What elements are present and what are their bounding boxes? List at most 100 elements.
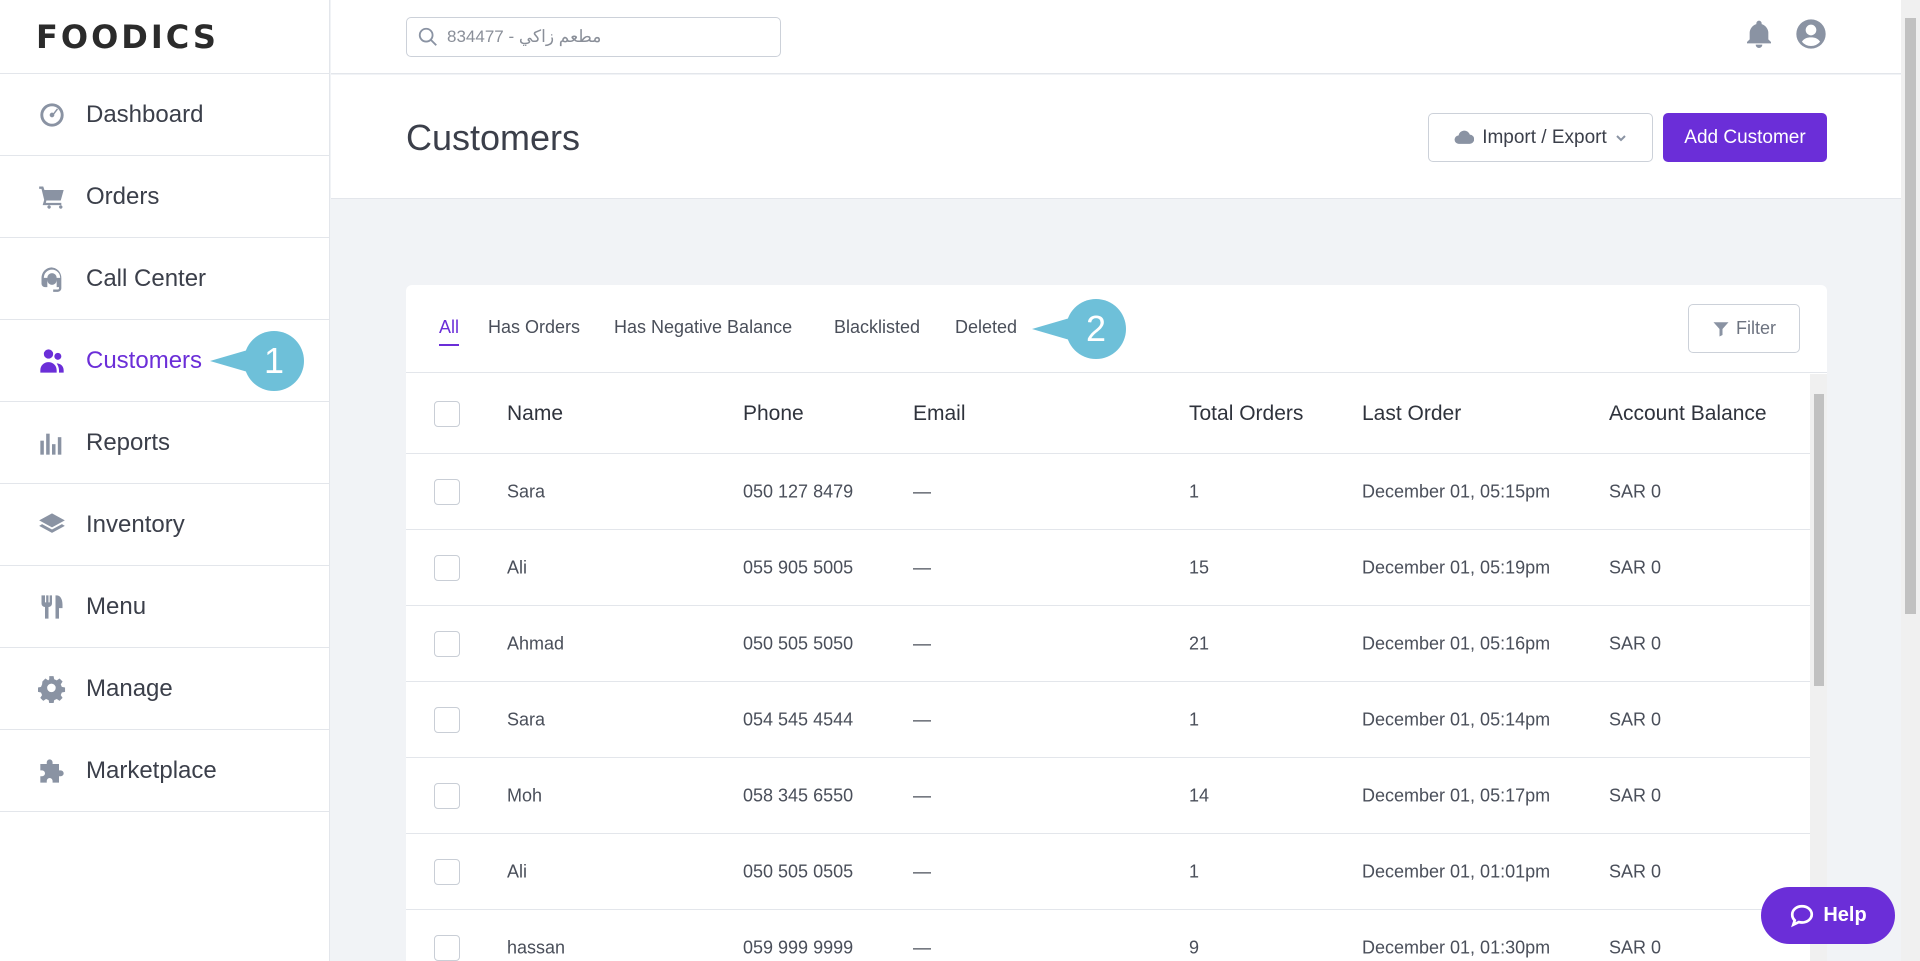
foodics-logo[interactable]: FOODICS xyxy=(36,18,219,56)
cloud-icon xyxy=(1454,130,1475,144)
customer-total-orders: 9 xyxy=(1189,937,1200,957)
tab-deleted[interactable]: Deleted xyxy=(955,317,1017,338)
row-checkbox[interactable] xyxy=(434,554,460,581)
customer-balance: SAR 0 xyxy=(1609,633,1662,653)
sidebar-item-label: Call Center xyxy=(86,264,207,292)
table-row[interactable]: Sara 050 127 8479 — 1 December 01, 05:15… xyxy=(406,454,1810,530)
filter-icon xyxy=(1713,321,1729,336)
table-row[interactable]: Moh 058 345 6550 — 14 December 01, 05:17… xyxy=(406,758,1810,834)
customer-balance: SAR 0 xyxy=(1609,557,1662,577)
import-export-label: Import / Export xyxy=(1482,126,1607,148)
customer-email: — xyxy=(913,785,931,805)
topbar xyxy=(331,0,1901,74)
add-customer-button[interactable]: Add Customer xyxy=(1663,113,1827,162)
customer-email: — xyxy=(913,481,931,501)
customer-last-order: December 01, 05:19pm xyxy=(1362,557,1551,577)
filter-button[interactable]: Filter xyxy=(1688,304,1800,353)
customer-email: — xyxy=(913,709,931,729)
customer-name: Ali xyxy=(507,861,528,881)
tab-has-negative-balance[interactable]: Has Negative Balance xyxy=(614,317,792,338)
customer-total-orders: 14 xyxy=(1189,785,1210,805)
row-checkbox[interactable] xyxy=(434,478,460,505)
column-header-last-order[interactable]: Last Order xyxy=(1362,402,1461,426)
customer-last-order: December 01, 05:14pm xyxy=(1362,709,1551,729)
customer-phone: 050 127 8479 xyxy=(743,481,854,501)
page-scrollbar-thumb[interactable] xyxy=(1905,18,1916,614)
table-row[interactable]: Sara 054 545 4544 — 1 December 01, 05:14… xyxy=(406,682,1810,758)
sidebar-item-orders[interactable]: Orders xyxy=(0,156,329,238)
callout-number: 2 xyxy=(1066,299,1126,359)
puzzle-icon xyxy=(36,755,68,787)
row-checkbox[interactable] xyxy=(434,630,460,657)
layers-icon xyxy=(36,509,68,541)
sidebar-item-dashboard[interactable]: Dashboard xyxy=(0,74,329,156)
sidebar-item-label: Manage xyxy=(86,674,173,702)
customer-phone: 050 505 0505 xyxy=(743,861,854,881)
select-all-checkbox[interactable] xyxy=(434,400,460,427)
table-scrollbar-thumb[interactable] xyxy=(1814,394,1824,686)
customer-last-order: December 01, 05:15pm xyxy=(1362,481,1551,501)
table-row[interactable]: Ali 050 505 0505 — 1 December 01, 01:01p… xyxy=(406,834,1810,910)
column-header-account-balance[interactable]: Account Balance xyxy=(1609,402,1767,426)
column-header-total-orders[interactable]: Total Orders xyxy=(1189,402,1303,426)
customer-name: Sara xyxy=(507,481,546,501)
help-button[interactable]: Help xyxy=(1761,887,1895,944)
sidebar-item-label: Marketplace xyxy=(86,756,217,784)
bar-chart-icon xyxy=(36,427,68,459)
column-header-email[interactable]: Email xyxy=(913,402,966,426)
filter-label: Filter xyxy=(1736,318,1776,338)
sidebar: FOODICS Dashboard Orders Call Center Cus… xyxy=(0,0,330,961)
row-checkbox[interactable] xyxy=(434,858,460,885)
gear-icon xyxy=(36,673,68,705)
utensils-icon xyxy=(36,591,68,623)
headset-icon xyxy=(36,263,68,295)
customer-name: Sara xyxy=(507,709,546,729)
customer-total-orders: 1 xyxy=(1189,481,1200,501)
search-input[interactable] xyxy=(447,27,767,47)
row-checkbox[interactable] xyxy=(434,782,460,809)
table-header-row: Name Phone Email Total Orders Last Order… xyxy=(406,374,1810,454)
bell-icon[interactable] xyxy=(1743,18,1775,50)
sidebar-item-inventory[interactable]: Inventory xyxy=(0,484,329,566)
customer-name: Ali xyxy=(507,557,528,577)
customer-name: Moh xyxy=(507,785,543,805)
customer-total-orders: 1 xyxy=(1189,861,1200,881)
customer-balance: SAR 0 xyxy=(1609,785,1662,805)
search-icon xyxy=(418,27,437,46)
sidebar-item-marketplace[interactable]: Marketplace xyxy=(0,730,329,812)
customer-balance: SAR 0 xyxy=(1609,481,1662,501)
tab-blacklisted[interactable]: Blacklisted xyxy=(834,317,920,338)
user-avatar-icon[interactable] xyxy=(1795,18,1827,50)
column-header-phone[interactable]: Phone xyxy=(743,402,804,426)
customer-email: — xyxy=(913,937,931,957)
customers-table: Name Phone Email Total Orders Last Order… xyxy=(406,374,1810,961)
customer-phone: 059 999 9999 xyxy=(743,937,854,957)
tab-has-orders[interactable]: Has Orders xyxy=(488,317,580,338)
table-row[interactable]: Ali 055 905 5005 — 15 December 01, 05:19… xyxy=(406,530,1810,606)
sidebar-item-label: Orders xyxy=(86,182,160,210)
search-box[interactable] xyxy=(406,17,781,57)
row-checkbox[interactable] xyxy=(434,934,460,961)
customers-card: All Has Orders Has Negative Balance Blac… xyxy=(406,285,1827,961)
tab-all[interactable]: All xyxy=(439,317,460,346)
import-export-button[interactable]: Import / Export xyxy=(1428,113,1653,162)
sidebar-item-menu[interactable]: Menu xyxy=(0,566,329,648)
sidebar-item-call-center[interactable]: Call Center xyxy=(0,238,329,320)
callout-number: 1 xyxy=(244,331,304,391)
row-checkbox[interactable] xyxy=(434,706,460,733)
customer-phone: 050 505 5050 xyxy=(743,633,854,653)
customer-name: Ahmad xyxy=(507,633,565,653)
table-scrollbar[interactable] xyxy=(1810,374,1827,961)
sidebar-item-reports[interactable]: Reports xyxy=(0,402,329,484)
callout-2: 2 xyxy=(1032,299,1126,359)
customer-balance: SAR 0 xyxy=(1609,709,1662,729)
sidebar-item-manage[interactable]: Manage xyxy=(0,648,329,730)
page-scrollbar[interactable] xyxy=(1901,0,1920,961)
table-row[interactable]: hassan 059 999 9999 — 9 December 01, 01:… xyxy=(406,910,1810,961)
column-header-name[interactable]: Name xyxy=(507,402,563,426)
table-row[interactable]: Ahmad 050 505 5050 — 21 December 01, 05:… xyxy=(406,606,1810,682)
customer-balance: SAR 0 xyxy=(1609,937,1662,957)
sidebar-item-label: Customers xyxy=(86,346,203,374)
page-header: Customers Import / Export Add Customer xyxy=(331,75,1901,199)
cart-icon xyxy=(36,181,68,213)
